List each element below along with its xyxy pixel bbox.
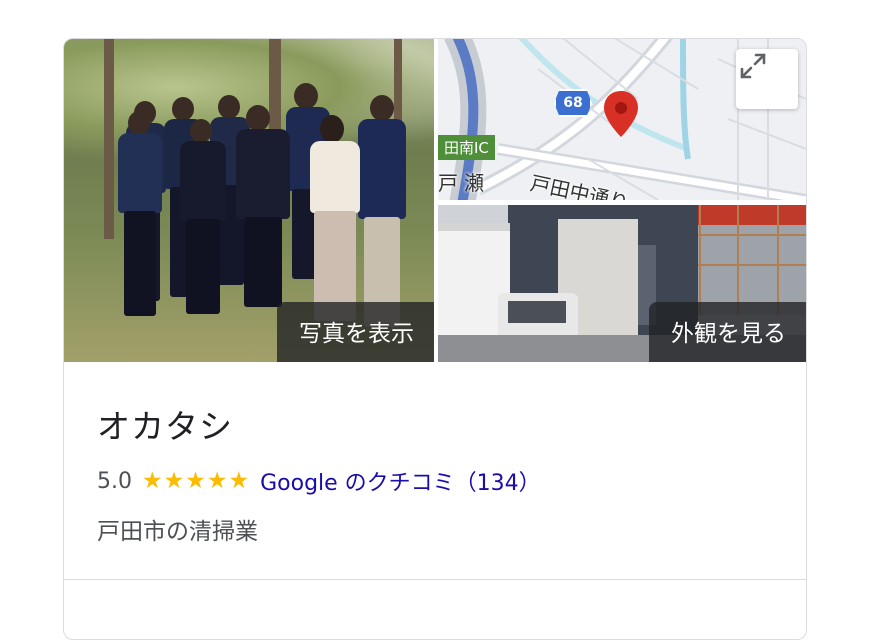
expand-map-button[interactable]	[736, 49, 798, 109]
star-rating-icon: ★★★★★	[142, 468, 251, 494]
divider	[64, 579, 806, 580]
business-name: オカタシ	[97, 407, 233, 446]
expand-icon	[740, 53, 766, 79]
view-exterior-label[interactable]: 外観を見る	[649, 302, 806, 362]
business-category: 戸田市の清掃業	[97, 519, 258, 545]
tree-trunk	[269, 39, 281, 129]
map-tile[interactable]: 68 田南IC 戸瀬 戸田中通り	[438, 39, 806, 200]
rating-value: 5.0	[97, 468, 132, 494]
ic-label: 田南IC	[438, 135, 495, 160]
business-card: 写真を表示 68 田南IC 戸瀬 戸田中通り 外観を見る オカタシ 5.0 ★★…	[63, 38, 807, 640]
route-shield: 68	[554, 89, 592, 117]
photo-gallery: 写真を表示 68 田南IC 戸瀬 戸田中通り 外観を見る	[64, 39, 806, 362]
area-label: 戸瀬	[438, 171, 490, 195]
tree-trunk	[104, 39, 114, 239]
rating-row: 5.0 ★★★★★ Google のクチコミ（134）	[97, 465, 541, 497]
location-pin-icon[interactable]	[604, 91, 638, 139]
exterior-tile[interactable]: 外観を見る	[438, 205, 806, 362]
view-photos-label[interactable]: 写真を表示	[277, 302, 434, 362]
photos-tile[interactable]: 写真を表示	[64, 39, 434, 362]
google-reviews-link[interactable]: Google のクチコミ（134）	[260, 465, 541, 497]
